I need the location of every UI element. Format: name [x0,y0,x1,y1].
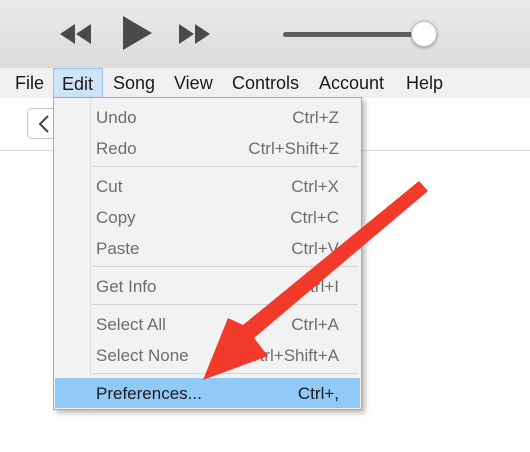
volume-slider-knob[interactable] [411,21,437,47]
menu-bar: File Edit Song View Controls Account Hel… [0,68,530,98]
menu-item-paste[interactable]: Paste Ctrl+V [55,233,360,263]
menu-item-shortcut: Ctrl+Z [292,108,339,127]
menu-item-label: Paste [96,239,140,258]
menu-song[interactable]: Song [113,68,155,98]
menu-item-shortcut: Ctrl+I [297,277,339,296]
menu-item-label: Preferences... [96,384,202,403]
player-controls-bar [0,0,530,68]
menu-view[interactable]: View [174,68,213,98]
menu-separator [92,304,358,305]
menu-item-label: Redo [96,139,137,158]
chevron-left-icon [38,115,49,133]
menu-item-shortcut: Ctrl+, [297,384,339,403]
menu-edit[interactable]: Edit [53,68,103,98]
menu-file[interactable]: File [15,68,44,98]
menu-help[interactable]: Help [406,68,443,98]
menu-separator [92,373,358,374]
menu-item-select-none[interactable]: Select None Ctrl+Shift+A [55,340,360,370]
edit-menu-dropdown: Undo Ctrl+Z Redo Ctrl+Shift+Z Cut Ctrl+X… [53,97,362,410]
menu-item-shortcut: Ctrl+V [291,239,339,258]
menu-item-label: Undo [96,108,137,127]
menu-separator [92,166,358,167]
menu-item-preferences[interactable]: Preferences... Ctrl+, [55,378,360,408]
menu-item-label: Select None [96,346,189,365]
menu-item-shortcut: Ctrl+X [291,177,339,196]
rewind-icon[interactable] [58,22,94,46]
menu-item-label: Cut [96,177,123,196]
menu-separator [92,266,358,267]
menu-item-label: Select All [96,315,166,334]
menu-item-shortcut: Ctrl+C [290,208,339,227]
fast-forward-icon[interactable] [176,22,212,46]
menu-item-shortcut: Ctrl+A [291,315,339,334]
menu-item-undo[interactable]: Undo Ctrl+Z [55,102,360,132]
menu-item-copy[interactable]: Copy Ctrl+C [55,202,360,232]
menu-item-redo[interactable]: Redo Ctrl+Shift+Z [55,133,360,163]
menu-item-shortcut: Ctrl+Shift+A [247,346,339,365]
play-icon[interactable] [121,15,153,51]
menu-controls[interactable]: Controls [232,68,299,98]
menu-item-get-info[interactable]: Get Info Ctrl+I [55,271,360,301]
menu-item-cut[interactable]: Cut Ctrl+X [55,171,360,201]
menu-account[interactable]: Account [319,68,384,98]
menu-item-label: Copy [96,208,136,227]
menu-item-shortcut: Ctrl+Shift+Z [248,139,339,158]
menu-item-label: Get Info [96,277,157,296]
volume-slider-track[interactable] [283,32,429,37]
menu-item-select-all[interactable]: Select All Ctrl+A [55,309,360,339]
